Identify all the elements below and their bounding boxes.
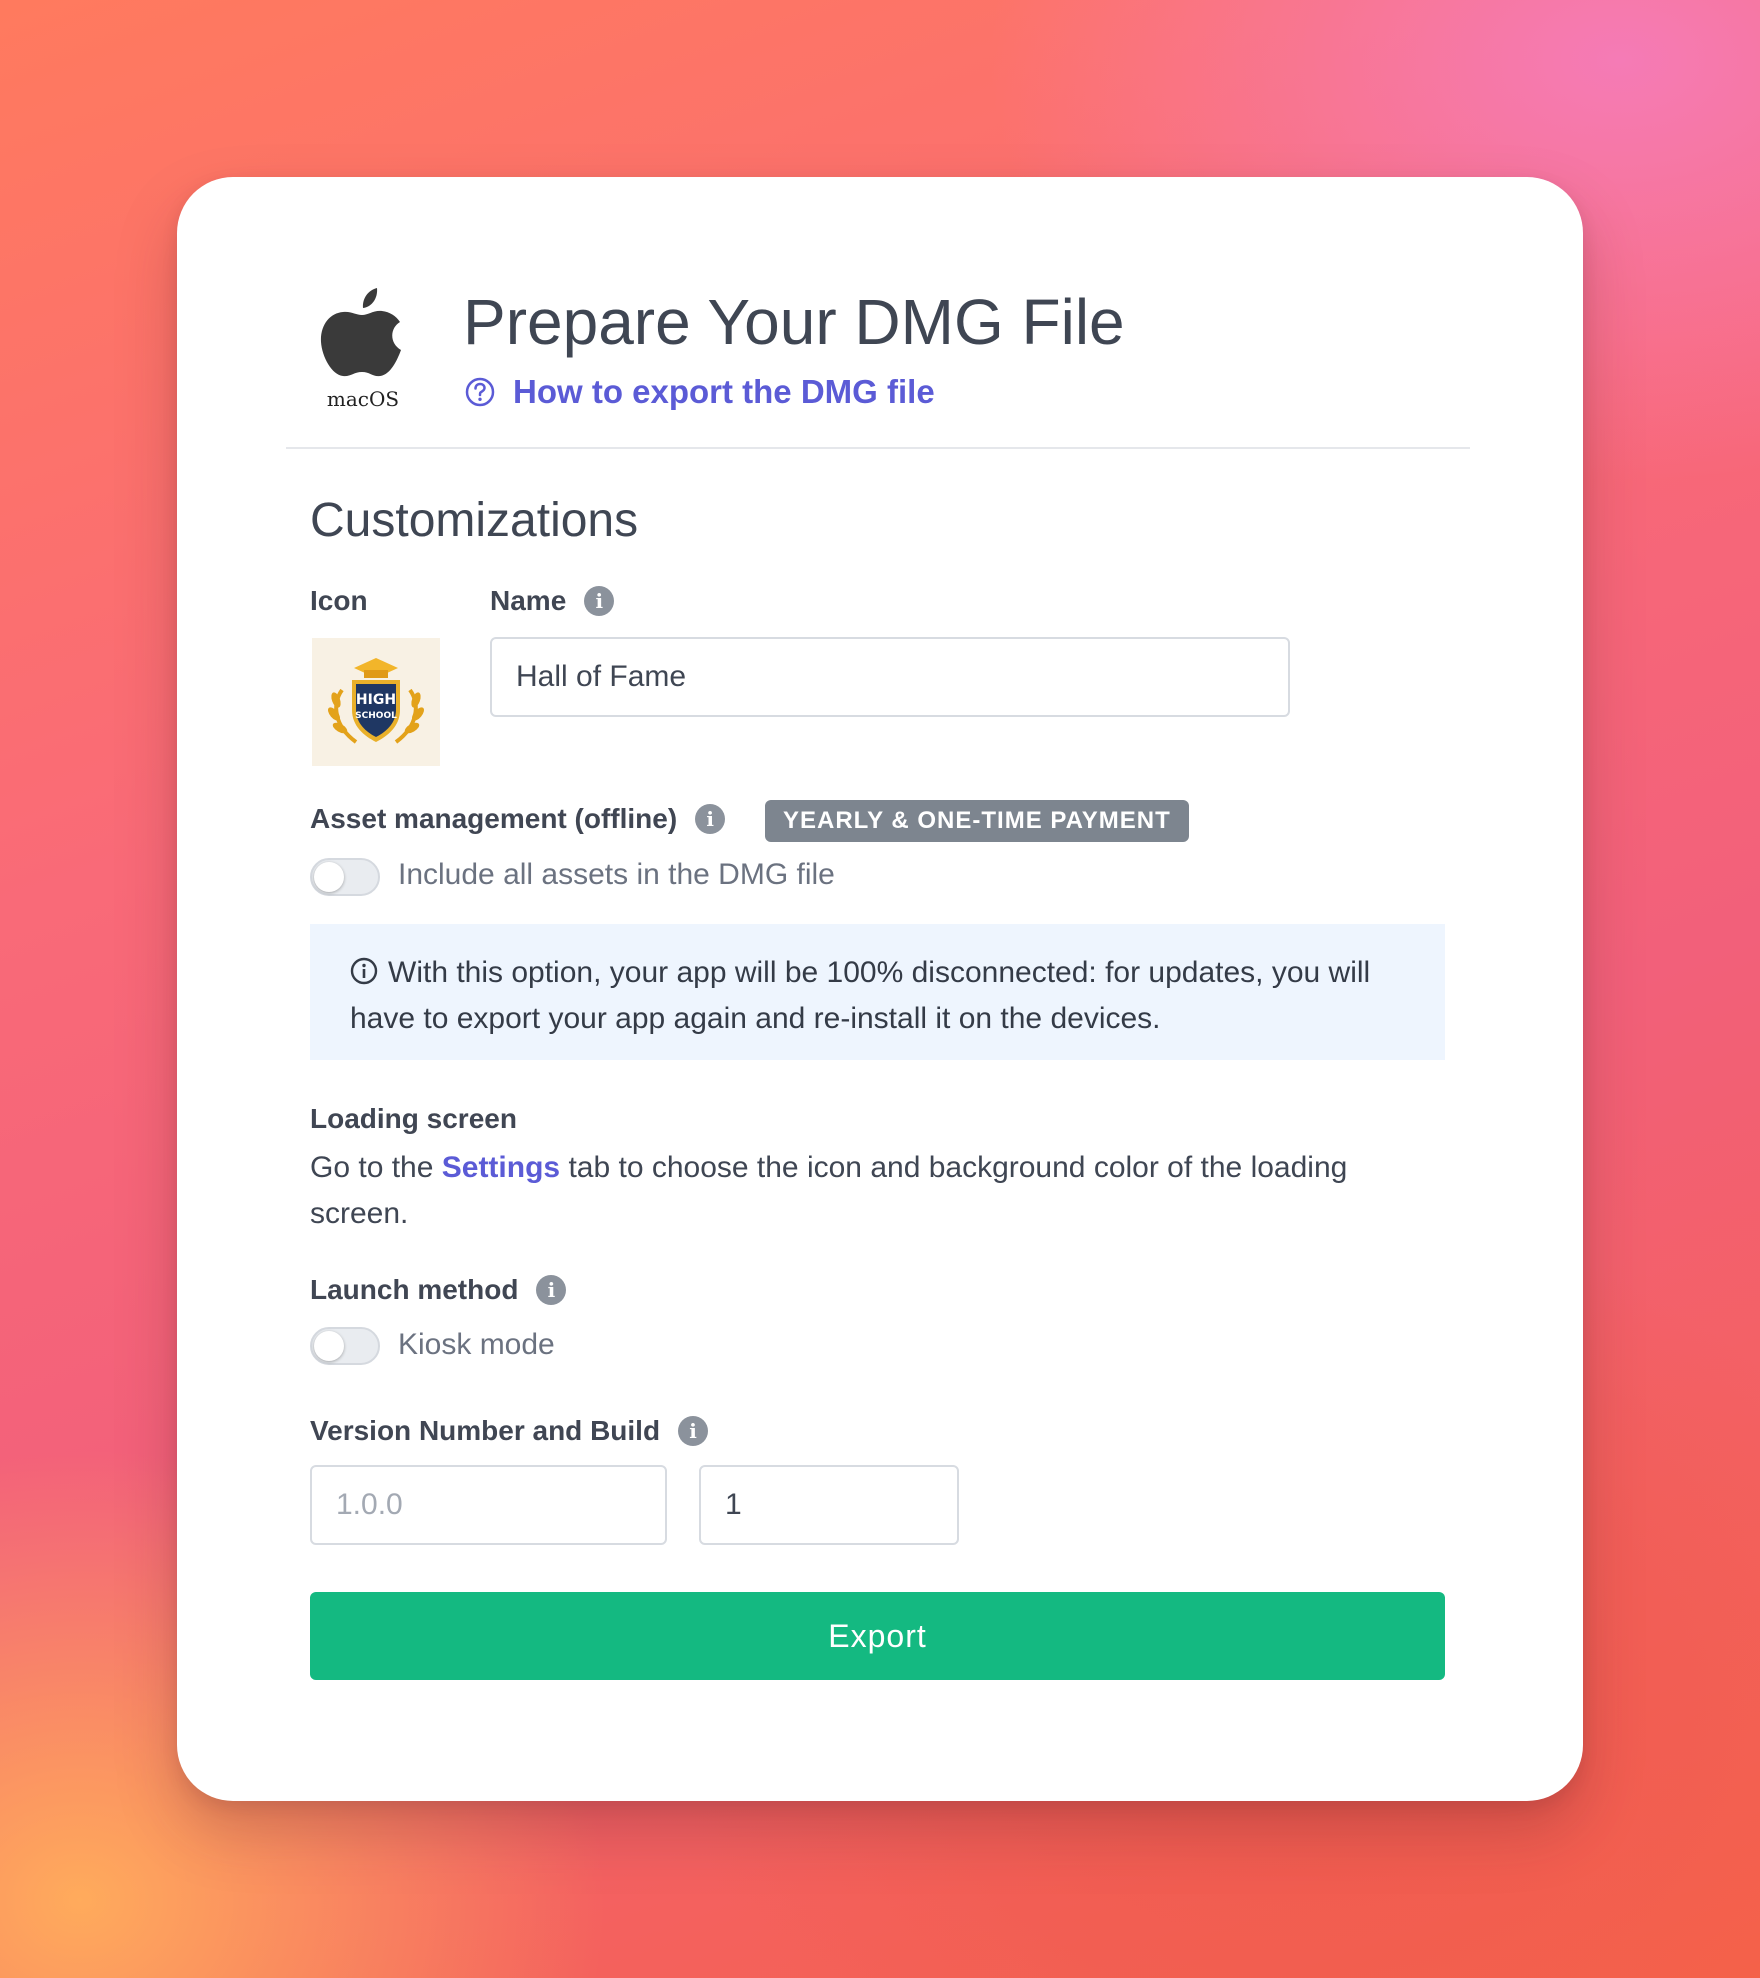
- asset-management-label-row: Asset management (offline) i: [310, 803, 726, 835]
- help-link[interactable]: How to export the DMG file: [465, 373, 935, 411]
- info-icon[interactable]: i: [536, 1275, 567, 1305]
- info-icon[interactable]: i: [584, 586, 615, 616]
- asset-management-label: Asset management (offline): [310, 803, 678, 834]
- kiosk-mode-toggle[interactable]: [310, 1327, 380, 1365]
- build-number-input[interactable]: [699, 1465, 959, 1545]
- plan-badge: YEARLY & ONE-TIME PAYMENT: [765, 800, 1189, 842]
- info-circle-icon: [350, 957, 378, 985]
- export-dialog-card: macOS Prepare Your DMG File How to expor…: [177, 177, 1583, 1801]
- info-icon[interactable]: i: [695, 804, 726, 834]
- loading-screen-description: Go to the Settings tab to choose the ico…: [310, 1145, 1450, 1237]
- version-number-input[interactable]: [310, 1465, 667, 1545]
- launch-method-label-row: Launch method i: [310, 1274, 567, 1306]
- loading-screen-label: Loading screen: [310, 1103, 517, 1134]
- launch-method-label: Launch method: [310, 1274, 519, 1305]
- name-label-row: Name i: [490, 585, 615, 617]
- svg-text:HIGH: HIGH: [356, 692, 396, 708]
- platform-label: macOS: [326, 387, 400, 411]
- icon-label: Icon: [310, 585, 368, 616]
- include-assets-label: Include all assets in the DMG file: [398, 858, 835, 891]
- header-divider: [286, 447, 1470, 449]
- version-label: Version Number and Build: [310, 1415, 661, 1446]
- toggle-knob: [314, 862, 344, 892]
- help-link-label: How to export the DMG file: [513, 373, 935, 410]
- apple-icon: [320, 288, 401, 377]
- include-assets-toggle[interactable]: [310, 858, 380, 896]
- export-button[interactable]: Export: [310, 1592, 1445, 1680]
- app-name-input[interactable]: [490, 637, 1290, 717]
- offline-notice: With this option, your app will be 100% …: [310, 924, 1445, 1060]
- info-icon[interactable]: i: [678, 1416, 709, 1446]
- offline-notice-text: With this option, your app will be 100% …: [350, 956, 1371, 1035]
- svg-text:SCHOOL: SCHOOL: [355, 711, 397, 721]
- version-label-row: Version Number and Build i: [310, 1415, 709, 1447]
- settings-link[interactable]: Settings: [442, 1151, 560, 1184]
- toggle-knob: [314, 1331, 344, 1361]
- school-crest-icon: HIGH SCHOOL: [328, 658, 424, 744]
- app-icon-picker[interactable]: HIGH SCHOOL: [312, 638, 440, 766]
- loading-text-before: Go to the: [310, 1151, 442, 1184]
- section-title: Customizations: [310, 494, 639, 547]
- question-circle-icon: [465, 377, 495, 407]
- kiosk-mode-label: Kiosk mode: [398, 1328, 555, 1361]
- name-label: Name: [490, 585, 567, 616]
- page-title: Prepare Your DMG File: [463, 286, 1125, 358]
